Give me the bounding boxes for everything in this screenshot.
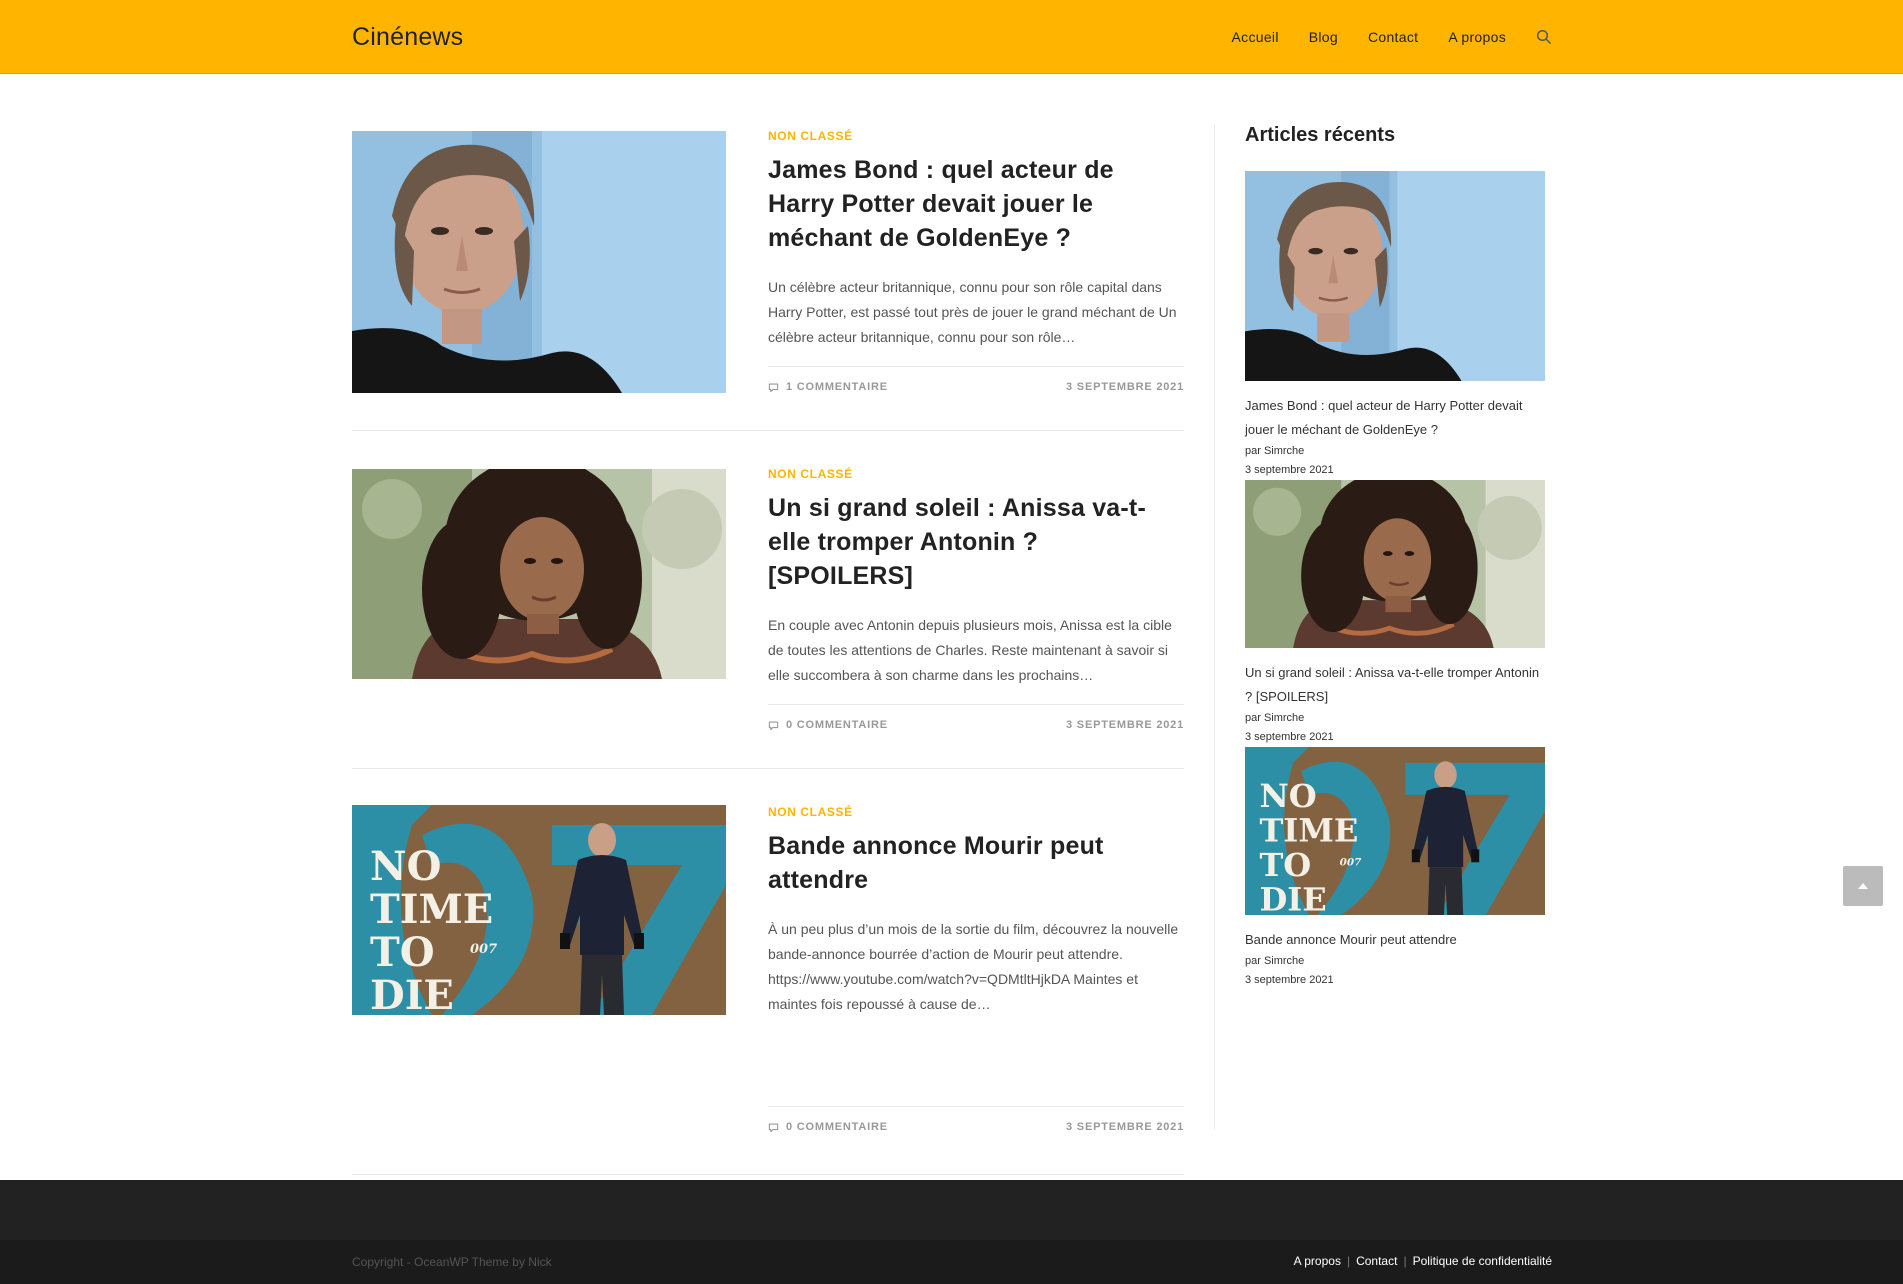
- recent-post-title[interactable]: James Bond : quel acteur de Harry Potter…: [1245, 394, 1547, 442]
- post-divider: [352, 430, 1184, 431]
- recent-post-author: par Simrche: [1245, 445, 1305, 457]
- post-excerpt: Un célèbre acteur britannique, connu pou…: [768, 279, 1177, 345]
- widget-title: Articles récents: [1245, 124, 1396, 146]
- comment-icon: [768, 1122, 779, 1133]
- post-thumbnail[interactable]: [352, 469, 726, 679]
- footer-link-contact[interactable]: Contact: [1356, 1254, 1397, 1268]
- post-date: 3 septembre 2021: [1066, 719, 1184, 731]
- poster-text-line: TO: [370, 929, 435, 976]
- footer-bottom: Copyright - OceanWP Theme by Nick A prop…: [0, 1240, 1903, 1284]
- sidebar-divider: [1214, 124, 1215, 1130]
- footer-widgets: [0, 1180, 1903, 1240]
- copyright-text: Copyright - OceanWP Theme by Nick: [352, 1255, 552, 1269]
- post-title[interactable]: James Bond : quel acteur de Harry Potter…: [768, 153, 1184, 255]
- poster-text-line: TO: [1259, 846, 1311, 884]
- post-excerpt: En couple avec Antonin depuis plusieurs …: [768, 617, 1172, 683]
- nav-item-a-propos[interactable]: A propos: [1448, 29, 1506, 45]
- post-thumbnail[interactable]: [352, 131, 726, 393]
- poster-mark: 007: [470, 942, 497, 957]
- post-category[interactable]: Non classé: [768, 805, 1184, 819]
- post-comments-link[interactable]: 0 Commentaire: [768, 719, 888, 731]
- sidebar: Articles récents James Bond : quel acteu…: [1245, 124, 1547, 986]
- footer-separator: |: [1403, 1254, 1407, 1268]
- poster-text-line: DIE: [1259, 880, 1326, 915]
- site-logo[interactable]: Cinénews: [352, 23, 463, 52]
- post-title[interactable]: Bande annonce Mourir peut attendre: [768, 829, 1184, 897]
- search-icon[interactable]: [1536, 29, 1552, 45]
- recent-post-item: James Bond : quel acteur de Harry Potter…: [1245, 171, 1547, 480]
- recent-post-title[interactable]: Un si grand soleil : Anissa va-t-elle tr…: [1245, 661, 1547, 709]
- post-category[interactable]: Non classé: [768, 129, 1184, 143]
- post-divider: [352, 768, 1184, 769]
- post-thumbnail[interactable]: NO TIME TO DIE 007: [352, 805, 726, 1015]
- recent-post-thumbnail[interactable]: [1245, 480, 1545, 648]
- recent-post-thumbnail[interactable]: [1245, 171, 1545, 381]
- recent-post-date: 3 septembre 2021: [1245, 974, 1334, 986]
- post-excerpt: À un peu plus d’un mois de la sortie du …: [768, 921, 1179, 1012]
- comment-icon: [768, 382, 779, 393]
- recent-post-item: Un si grand soleil : Anissa va-t-elle tr…: [1245, 480, 1547, 747]
- recent-post-date: 3 septembre 2021: [1245, 731, 1334, 743]
- post-title[interactable]: Un si grand soleil : Anissa va-t-elle tr…: [768, 491, 1184, 593]
- recent-post-title[interactable]: Bande annonce Mourir peut attendre: [1245, 928, 1547, 952]
- comment-icon: [768, 720, 779, 731]
- recent-post-item: NO TIME TO DIE 007 Bande annonce Mourir …: [1245, 747, 1547, 990]
- site-header: Cinénews Accueil Blog Contact A propos: [0, 0, 1903, 74]
- recent-post-author: par Simrche: [1245, 955, 1305, 967]
- footer-link-a-propos[interactable]: A propos: [1294, 1254, 1341, 1268]
- post-meta: 1 Commentaire 3 septembre 2021: [768, 366, 1184, 393]
- footer-link-privacy[interactable]: Politique de confidentialité: [1413, 1254, 1552, 1268]
- post-meta: 0 Commentaire 3 septembre 2021: [768, 704, 1184, 731]
- poster-text-line: NO: [370, 843, 441, 890]
- post-comments-count: 0 Commentaire: [786, 719, 888, 731]
- footer-menu: A propos | Contact | Politique de confid…: [1294, 1254, 1552, 1268]
- post-date: 3 septembre 2021: [1066, 1121, 1184, 1133]
- recent-post-thumbnail[interactable]: NO TIME TO DIE 007: [1245, 747, 1545, 915]
- post-meta: 0 Commentaire 3 septembre 2021: [768, 1106, 1184, 1133]
- post-date: 3 septembre 2021: [1066, 381, 1184, 393]
- poster-mark: 007: [1340, 856, 1362, 868]
- recent-post-date: 3 septembre 2021: [1245, 464, 1334, 476]
- arrow-up-icon: [1858, 883, 1868, 889]
- scroll-to-top-button[interactable]: [1843, 866, 1883, 906]
- recent-post-author: par Simrche: [1245, 712, 1305, 724]
- poster-text-line: DIE: [370, 972, 454, 1015]
- post-category[interactable]: Non classé: [768, 467, 1184, 481]
- post-comments-link[interactable]: 1 Commentaire: [768, 381, 888, 393]
- poster-image: NO TIME TO DIE 007: [352, 805, 726, 1015]
- post-comments-count: 1 Commentaire: [786, 381, 888, 393]
- nav-item-blog[interactable]: Blog: [1309, 29, 1338, 45]
- poster-text-line: NO: [1259, 777, 1316, 815]
- poster-text-line: TIME: [370, 886, 493, 933]
- post-comments-link[interactable]: 0 Commentaire: [768, 1121, 888, 1133]
- poster-text-line: TIME: [1259, 811, 1358, 849]
- footer-separator: |: [1346, 1254, 1351, 1268]
- main-nav: Accueil Blog Contact A propos: [1202, 0, 1553, 74]
- post-divider: [352, 1174, 1184, 1175]
- post-comments-count: 0 Commentaire: [786, 1121, 888, 1133]
- nav-item-accueil[interactable]: Accueil: [1232, 29, 1279, 45]
- nav-item-contact[interactable]: Contact: [1368, 29, 1418, 45]
